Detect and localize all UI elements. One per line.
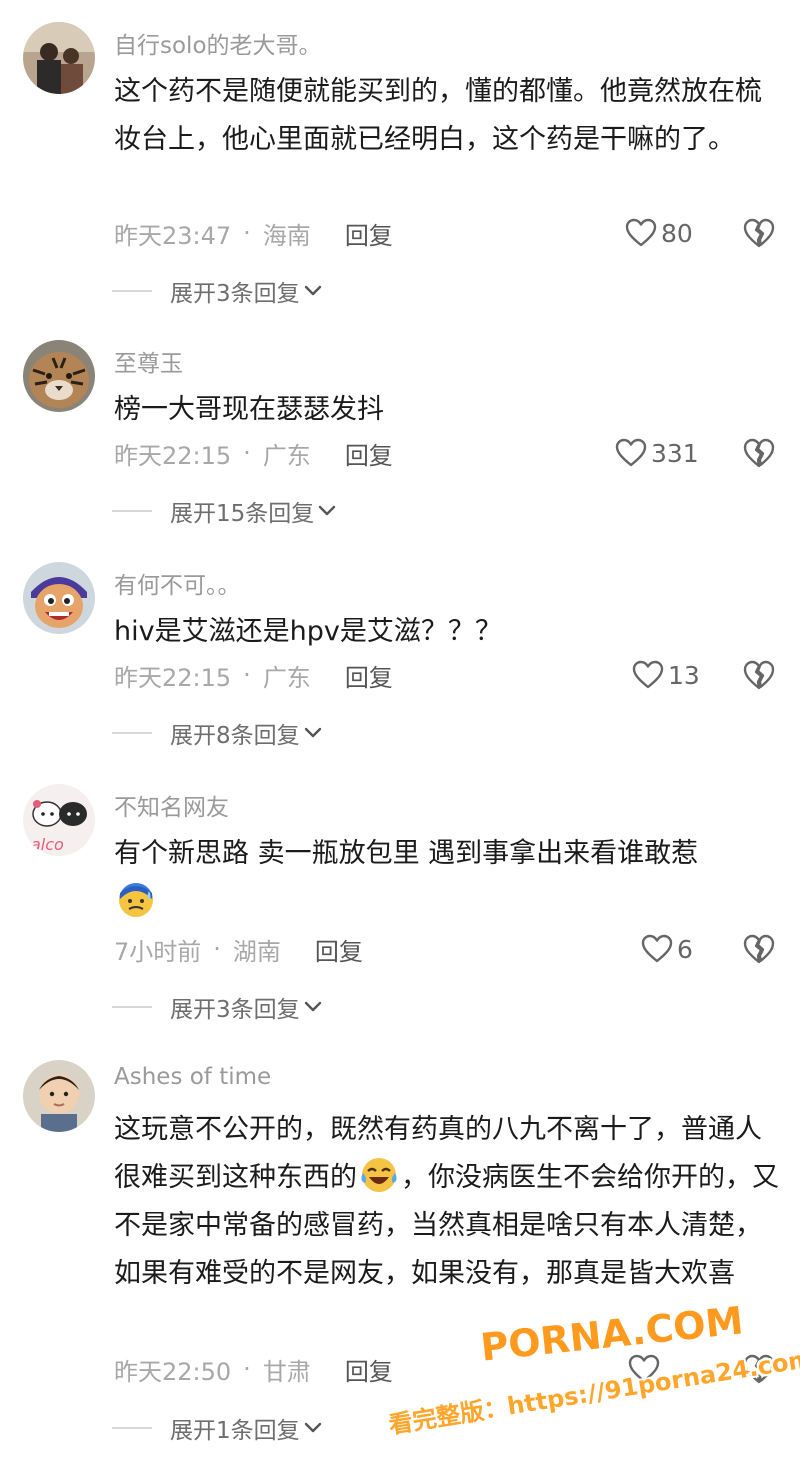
divider-line (112, 1427, 152, 1429)
avatar[interactable] (23, 562, 95, 634)
comment-time: 昨天23:47 (114, 221, 232, 250)
comment-time: 昨天22:15 (114, 663, 232, 692)
like-count: 80 (661, 218, 693, 248)
username[interactable]: 有何不可。。 (114, 566, 241, 600)
comment-location: 甘肃 (262, 1357, 311, 1386)
heart-icon (641, 934, 673, 964)
cold-sweat-emoji-icon (116, 879, 156, 919)
comment-location: 广东 (262, 441, 311, 470)
like-count: 331 (651, 438, 699, 468)
like-button[interactable]: 13 (632, 658, 700, 692)
separator-dot: · (213, 935, 221, 963)
avatar-child-photo-icon (23, 1060, 95, 1132)
comment-meta: 昨天22:15 · 广东 回复 (114, 436, 393, 470)
expand-replies-button[interactable]: 展开1条回复 (112, 1412, 322, 1444)
separator-dot: · (243, 439, 251, 467)
username[interactable]: 至尊玉 (114, 344, 183, 378)
avatar[interactable] (23, 22, 95, 94)
comment-text: 这玩意不公开的，既然有药真的八九不离十了，普通人很难买到这种东西的 ，你没病医生… (114, 1106, 784, 1298)
expand-replies-button[interactable]: 展开15条回复 (112, 495, 336, 527)
comment-text-body: 有个新思路 卖一瓶放包里 遇到事拿出来看谁敢惹 (114, 838, 699, 869)
expand-replies-label: 展开15条回复 (170, 501, 315, 527)
comment-text: 这个药不是随便就能买到的，懂的都懂。他竟然放在梳妆台上，他心里面就已经明白，这个… (114, 76, 762, 155)
chevron-down-icon (304, 1422, 322, 1434)
expand-replies-label: 展开1条回复 (170, 1418, 300, 1444)
comment-meta: 昨天22:15 · 广东 回复 (114, 658, 393, 692)
watermark-url: 看完整版：https://91porna24.com (386, 1344, 800, 1440)
dislike-button[interactable] (742, 217, 776, 249)
expand-replies-label: 展开3条回复 (170, 997, 300, 1023)
dislike-button[interactable] (742, 659, 776, 691)
comment-meta: 7小时前 · 湖南 回复 (114, 932, 363, 966)
chevron-down-icon (304, 1001, 322, 1013)
comment-location: 海南 (262, 221, 311, 250)
like-button[interactable]: 6 (641, 932, 693, 966)
comment-time: 昨天22:15 (114, 441, 232, 470)
reply-button[interactable]: 回复 (345, 658, 393, 693)
separator-dot: · (243, 219, 251, 247)
like-button[interactable] (628, 1352, 664, 1386)
avatar-cartoon-character-icon (23, 562, 95, 634)
comment-time: 昨天22:50 (114, 1357, 232, 1386)
heart-icon (632, 660, 664, 690)
laughing-tears-emoji-icon (359, 1155, 399, 1195)
chevron-down-icon (304, 285, 322, 297)
svg-text:alco: alco (31, 835, 64, 854)
username[interactable]: 自行solo的老大哥。 (114, 26, 322, 60)
comment-location: 湖南 (232, 937, 281, 966)
comment-meta: 昨天23:47 · 海南 回复 (114, 216, 393, 250)
watermark: PORNA.COM 看完整版：https://91porna24.com (380, 1298, 800, 1450)
reply-button[interactable]: 回复 (345, 436, 393, 471)
dislike-button[interactable] (742, 437, 776, 469)
heart-icon (628, 1354, 660, 1384)
comment-text: 有个新思路 卖一瓶放包里 遇到事拿出来看谁敢惹 (114, 830, 784, 926)
username[interactable]: 不知名网友 (114, 788, 229, 822)
avatar-tiger-icon (23, 340, 95, 412)
comment-text: hiv是艾滋还是hpv是艾滋？？？ (114, 616, 502, 647)
chevron-down-icon (318, 505, 336, 517)
username[interactable]: Ashes of time (114, 1064, 271, 1090)
avatar[interactable] (23, 340, 95, 412)
expand-replies-button[interactable]: 展开3条回复 (112, 991, 322, 1023)
comment-text: 榜一大哥现在瑟瑟发抖 (114, 394, 384, 425)
broken-heart-icon (742, 933, 776, 965)
comment-location: 广东 (262, 663, 311, 692)
dislike-button[interactable] (742, 933, 776, 965)
avatar[interactable]: alco (23, 784, 95, 856)
expand-replies-label: 展开3条回复 (170, 281, 300, 307)
like-button[interactable]: 331 (615, 436, 699, 470)
like-button[interactable]: 80 (625, 216, 693, 250)
dislike-button[interactable] (742, 1353, 776, 1385)
avatar-photo-people-icon (23, 22, 95, 94)
divider-line (112, 290, 152, 292)
like-count: 6 (677, 934, 693, 964)
avatar[interactable] (23, 1060, 95, 1132)
divider-line (112, 732, 152, 734)
broken-heart-icon (742, 217, 776, 249)
avatar-hello-kitty-icon: alco (23, 784, 95, 856)
expand-replies-label: 展开8条回复 (170, 723, 300, 749)
expand-replies-button[interactable]: 展开3条回复 (112, 275, 322, 307)
separator-dot: · (243, 661, 251, 689)
expand-replies-button[interactable]: 展开8条回复 (112, 717, 322, 749)
chevron-down-icon (304, 727, 322, 739)
reply-button[interactable]: 回复 (345, 216, 393, 251)
broken-heart-icon (742, 659, 776, 691)
heart-icon (625, 218, 657, 248)
reply-button[interactable]: 回复 (315, 932, 363, 967)
heart-icon (615, 438, 647, 468)
like-count: 13 (668, 660, 700, 690)
separator-dot: · (243, 1355, 251, 1383)
reply-button[interactable]: 回复 (345, 1352, 393, 1387)
comment-meta: 昨天22:50 · 甘肃 回复 (114, 1352, 393, 1386)
broken-heart-icon (742, 1353, 776, 1385)
divider-line (112, 1006, 152, 1008)
watermark-brand: PORNA.COM (478, 1298, 746, 1370)
divider-line (112, 510, 152, 512)
broken-heart-icon (742, 437, 776, 469)
comment-time: 7小时前 (114, 937, 202, 966)
